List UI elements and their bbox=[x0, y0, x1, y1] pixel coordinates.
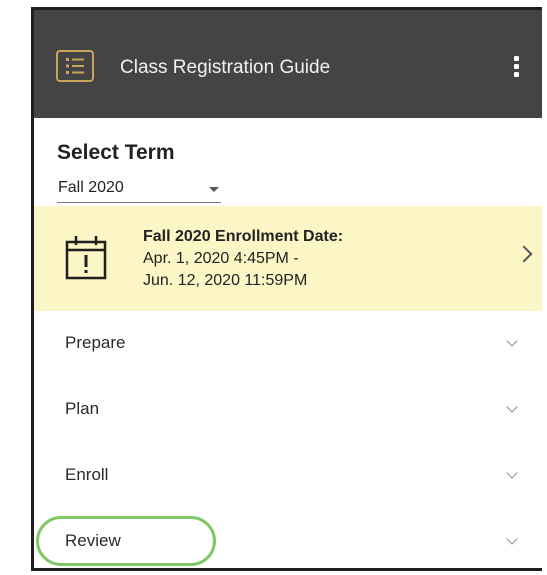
app-header: Class Registration Guide bbox=[34, 10, 542, 118]
section-label: Review bbox=[65, 531, 121, 550]
enrollment-heading: Fall 2020 Enrollment Date: bbox=[143, 228, 344, 245]
caret-down-icon bbox=[209, 187, 219, 192]
term-dropdown-value: Fall 2020 bbox=[58, 179, 124, 196]
enrollment-end: Jun. 12, 2020 11:59PM bbox=[143, 272, 308, 289]
app-frame: Class Registration Guide Select Term Fal… bbox=[31, 7, 542, 571]
more-vertical-icon[interactable] bbox=[510, 54, 524, 80]
enrollment-start: Apr. 1, 2020 4:45PM - bbox=[143, 250, 299, 267]
enrollment-date-banner[interactable]: Fall 2020 Enrollment Date: Apr. 1, 2020 … bbox=[34, 206, 542, 311]
app-title: Class Registration Guide bbox=[120, 57, 331, 78]
page: Class Registration Guide Select Term Fal… bbox=[0, 0, 547, 575]
section-label: Enroll bbox=[65, 465, 109, 484]
chevron-down-icon bbox=[506, 467, 518, 479]
highlight-ring bbox=[36, 516, 216, 566]
section-label: Plan bbox=[65, 399, 100, 418]
calendar-alert-icon bbox=[65, 236, 107, 280]
chevron-down-icon bbox=[506, 335, 518, 347]
select-term-heading: Select Term bbox=[57, 141, 175, 164]
section-review[interactable]: Review bbox=[34, 509, 542, 568]
chevron-down-icon bbox=[506, 401, 518, 413]
section-label: Prepare bbox=[65, 333, 126, 352]
section-prepare[interactable]: Prepare bbox=[34, 311, 542, 378]
term-dropdown[interactable]: Fall 2020 bbox=[57, 178, 221, 203]
list-icon bbox=[56, 50, 94, 82]
chevron-right-icon bbox=[515, 245, 533, 263]
section-enroll[interactable]: Enroll bbox=[34, 443, 542, 510]
section-plan[interactable]: Plan bbox=[34, 377, 542, 444]
chevron-down-icon bbox=[506, 533, 518, 545]
